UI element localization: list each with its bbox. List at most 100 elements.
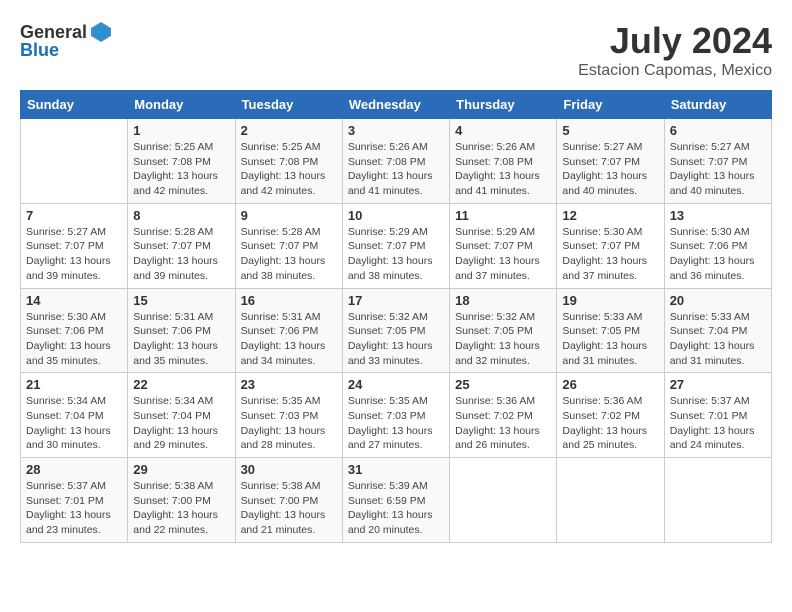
- calendar-cell: 4 Sunrise: 5:26 AMSunset: 7:08 PMDaylight…: [450, 119, 557, 204]
- day-detail: Sunrise: 5:28 AMSunset: 7:07 PMDaylight:…: [241, 225, 337, 284]
- day-detail: Sunrise: 5:33 AMSunset: 7:04 PMDaylight:…: [670, 310, 766, 369]
- day-number: 26: [562, 377, 658, 392]
- day-detail: Sunrise: 5:26 AMSunset: 7:08 PMDaylight:…: [455, 140, 551, 199]
- day-number: 29: [133, 462, 229, 477]
- weekday-header-saturday: Saturday: [664, 91, 771, 119]
- calendar-cell: [450, 458, 557, 543]
- calendar-cell: 22 Sunrise: 5:34 AMSunset: 7:04 PMDayligh…: [128, 373, 235, 458]
- day-detail: Sunrise: 5:33 AMSunset: 7:05 PMDaylight:…: [562, 310, 658, 369]
- day-number: 6: [670, 123, 766, 138]
- day-detail: Sunrise: 5:25 AMSunset: 7:08 PMDaylight:…: [241, 140, 337, 199]
- calendar-cell: 2 Sunrise: 5:25 AMSunset: 7:08 PMDaylight…: [235, 119, 342, 204]
- day-detail: Sunrise: 5:38 AMSunset: 7:00 PMDaylight:…: [133, 479, 229, 538]
- day-number: 17: [348, 293, 444, 308]
- day-number: 25: [455, 377, 551, 392]
- calendar-cell: 15 Sunrise: 5:31 AMSunset: 7:06 PMDayligh…: [128, 288, 235, 373]
- calendar-cell: 3 Sunrise: 5:26 AMSunset: 7:08 PMDaylight…: [342, 119, 449, 204]
- day-detail: Sunrise: 5:39 AMSunset: 6:59 PMDaylight:…: [348, 479, 444, 538]
- day-number: 20: [670, 293, 766, 308]
- calendar-cell: [21, 119, 128, 204]
- day-number: 18: [455, 293, 551, 308]
- calendar-cell: 31 Sunrise: 5:39 AMSunset: 6:59 PMDayligh…: [342, 458, 449, 543]
- calendar-cell: 29 Sunrise: 5:38 AMSunset: 7:00 PMDayligh…: [128, 458, 235, 543]
- day-detail: Sunrise: 5:28 AMSunset: 7:07 PMDaylight:…: [133, 225, 229, 284]
- calendar-cell: 12Sunrise: 5:30 AMSunset: 7:07 PMDayligh…: [557, 203, 664, 288]
- location: Estacion Capomas, Mexico: [578, 62, 772, 80]
- day-detail: Sunrise: 5:32 AMSunset: 7:05 PMDaylight:…: [455, 310, 551, 369]
- day-number: 31: [348, 462, 444, 477]
- title-block: July 2024 Estacion Capomas, Mexico: [578, 20, 772, 80]
- day-number: 30: [241, 462, 337, 477]
- calendar-cell: 24Sunrise: 5:35 AMSunset: 7:03 PMDayligh…: [342, 373, 449, 458]
- day-detail: Sunrise: 5:27 AMSunset: 7:07 PMDaylight:…: [670, 140, 766, 199]
- day-detail: Sunrise: 5:36 AMSunset: 7:02 PMDaylight:…: [562, 394, 658, 453]
- week-row-3: 21 Sunrise: 5:34 AMSunset: 7:04 PMDayligh…: [21, 373, 772, 458]
- weekday-header-wednesday: Wednesday: [342, 91, 449, 119]
- day-number: 11: [455, 208, 551, 223]
- calendar-cell: 18 Sunrise: 5:32 AMSunset: 7:05 PMDayligh…: [450, 288, 557, 373]
- calendar-cell: 10 Sunrise: 5:29 AMSunset: 7:07 PMDayligh…: [342, 203, 449, 288]
- calendar-cell: 26 Sunrise: 5:36 AMSunset: 7:02 PMDayligh…: [557, 373, 664, 458]
- day-number: 4: [455, 123, 551, 138]
- weekday-header-thursday: Thursday: [450, 91, 557, 119]
- day-number: 21: [26, 377, 122, 392]
- week-row-2: 14Sunrise: 5:30 AMSunset: 7:06 PMDayligh…: [21, 288, 772, 373]
- day-detail: Sunrise: 5:34 AMSunset: 7:04 PMDaylight:…: [133, 394, 229, 453]
- calendar-cell: 1Sunrise: 5:25 AMSunset: 7:08 PMDaylight…: [128, 119, 235, 204]
- calendar-cell: [664, 458, 771, 543]
- day-number: 2: [241, 123, 337, 138]
- calendar-cell: 27 Sunrise: 5:37 AMSunset: 7:01 PMDayligh…: [664, 373, 771, 458]
- day-number: 23: [241, 377, 337, 392]
- day-detail: Sunrise: 5:31 AMSunset: 7:06 PMDaylight:…: [133, 310, 229, 369]
- page-header: General Blue July 2024 Estacion Capomas,…: [20, 20, 772, 80]
- week-row-1: 7 Sunrise: 5:27 AMSunset: 7:07 PMDaylight…: [21, 203, 772, 288]
- week-row-4: 28Sunrise: 5:37 AMSunset: 7:01 PMDayligh…: [21, 458, 772, 543]
- day-detail: Sunrise: 5:37 AMSunset: 7:01 PMDaylight:…: [26, 479, 122, 538]
- calendar-cell: 16Sunrise: 5:31 AMSunset: 7:06 PMDayligh…: [235, 288, 342, 373]
- day-detail: Sunrise: 5:35 AMSunset: 7:03 PMDaylight:…: [241, 394, 337, 453]
- logo-blue: Blue: [20, 40, 59, 61]
- calendar-cell: 20 Sunrise: 5:33 AMSunset: 7:04 PMDayligh…: [664, 288, 771, 373]
- day-number: 7: [26, 208, 122, 223]
- day-detail: Sunrise: 5:29 AMSunset: 7:07 PMDaylight:…: [455, 225, 551, 284]
- day-number: 24: [348, 377, 444, 392]
- month-year: July 2024: [578, 20, 772, 62]
- day-detail: Sunrise: 5:25 AMSunset: 7:08 PMDaylight:…: [133, 140, 229, 199]
- day-number: 19: [562, 293, 658, 308]
- week-row-0: 1Sunrise: 5:25 AMSunset: 7:08 PMDaylight…: [21, 119, 772, 204]
- calendar-cell: 7 Sunrise: 5:27 AMSunset: 7:07 PMDaylight…: [21, 203, 128, 288]
- weekday-header-sunday: Sunday: [21, 91, 128, 119]
- day-detail: Sunrise: 5:31 AMSunset: 7:06 PMDaylight:…: [241, 310, 337, 369]
- weekday-header-tuesday: Tuesday: [235, 91, 342, 119]
- day-number: 3: [348, 123, 444, 138]
- day-detail: Sunrise: 5:34 AMSunset: 7:04 PMDaylight:…: [26, 394, 122, 453]
- calendar-cell: 30 Sunrise: 5:38 AMSunset: 7:00 PMDayligh…: [235, 458, 342, 543]
- weekday-header-row: SundayMondayTuesdayWednesdayThursdayFrid…: [21, 91, 772, 119]
- day-detail: Sunrise: 5:36 AMSunset: 7:02 PMDaylight:…: [455, 394, 551, 453]
- day-number: 13: [670, 208, 766, 223]
- day-detail: Sunrise: 5:37 AMSunset: 7:01 PMDaylight:…: [670, 394, 766, 453]
- calendar-cell: 23 Sunrise: 5:35 AMSunset: 7:03 PMDayligh…: [235, 373, 342, 458]
- day-detail: Sunrise: 5:38 AMSunset: 7:00 PMDaylight:…: [241, 479, 337, 538]
- day-detail: Sunrise: 5:29 AMSunset: 7:07 PMDaylight:…: [348, 225, 444, 284]
- calendar-cell: 19 Sunrise: 5:33 AMSunset: 7:05 PMDayligh…: [557, 288, 664, 373]
- day-number: 8: [133, 208, 229, 223]
- day-number: 15: [133, 293, 229, 308]
- calendar-cell: 17 Sunrise: 5:32 AMSunset: 7:05 PMDayligh…: [342, 288, 449, 373]
- calendar-cell: 9 Sunrise: 5:28 AMSunset: 7:07 PMDaylight…: [235, 203, 342, 288]
- calendar-cell: 14Sunrise: 5:30 AMSunset: 7:06 PMDayligh…: [21, 288, 128, 373]
- day-detail: Sunrise: 5:32 AMSunset: 7:05 PMDaylight:…: [348, 310, 444, 369]
- calendar-cell: [557, 458, 664, 543]
- calendar-cell: 25 Sunrise: 5:36 AMSunset: 7:02 PMDayligh…: [450, 373, 557, 458]
- day-detail: Sunrise: 5:30 AMSunset: 7:07 PMDaylight:…: [562, 225, 658, 284]
- day-detail: Sunrise: 5:27 AMSunset: 7:07 PMDaylight:…: [26, 225, 122, 284]
- calendar-cell: 6 Sunrise: 5:27 AMSunset: 7:07 PMDaylight…: [664, 119, 771, 204]
- day-number: 10: [348, 208, 444, 223]
- day-number: 9: [241, 208, 337, 223]
- day-detail: Sunrise: 5:26 AMSunset: 7:08 PMDaylight:…: [348, 140, 444, 199]
- calendar-cell: 11 Sunrise: 5:29 AMSunset: 7:07 PMDayligh…: [450, 203, 557, 288]
- day-number: 27: [670, 377, 766, 392]
- day-number: 22: [133, 377, 229, 392]
- calendar-table: SundayMondayTuesdayWednesdayThursdayFrid…: [20, 90, 772, 543]
- day-number: 5: [562, 123, 658, 138]
